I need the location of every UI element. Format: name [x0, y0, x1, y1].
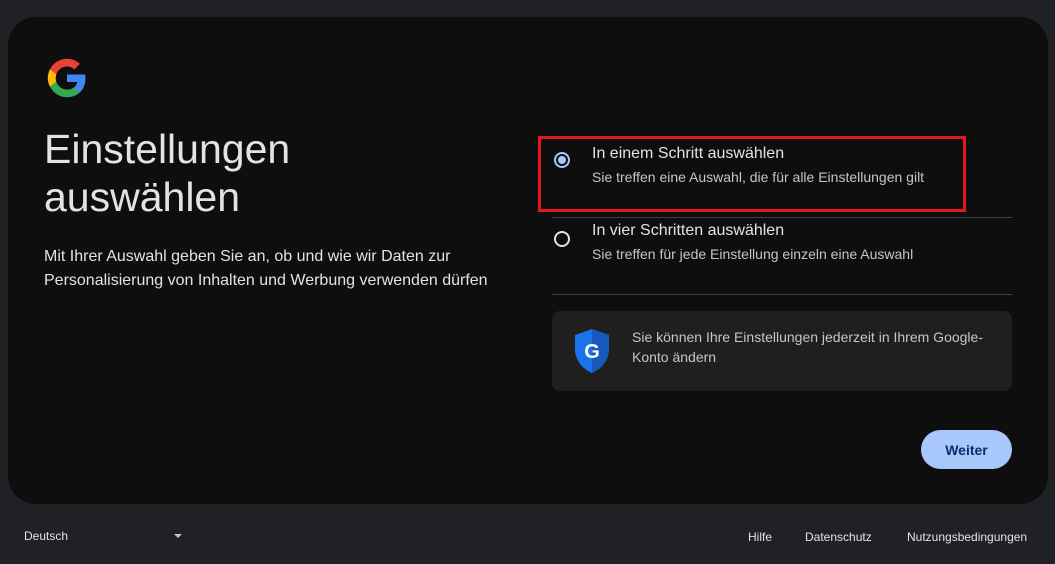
- caret-down-icon: [174, 534, 182, 538]
- option-label: In vier Schritten auswählen: [592, 222, 785, 239]
- divider: [552, 217, 1012, 218]
- google-shield-icon: G: [575, 329, 609, 373]
- title-line-2: auswählen: [44, 174, 241, 220]
- footer-link-terms[interactable]: Nutzungsbedingungen: [907, 530, 1027, 544]
- title-line-1: Einstellungen: [44, 126, 291, 172]
- option-four-steps[interactable]: In vier Schritten auswählen Sie treffen …: [552, 219, 1012, 295]
- info-box: G Sie können Ihre Einstellungen jederzei…: [552, 311, 1012, 391]
- language-select[interactable]: Deutsch: [16, 520, 192, 552]
- highlight-annotation: [538, 136, 966, 212]
- next-button[interactable]: Weiter: [921, 430, 1012, 469]
- footer-link-privacy[interactable]: Datenschutz: [805, 530, 872, 544]
- google-logo-icon: [47, 58, 86, 98]
- radio-button-unselected[interactable]: [554, 231, 570, 247]
- info-text: Sie können Ihre Einstellungen jederzeit …: [632, 329, 983, 365]
- svg-text:G: G: [584, 341, 600, 363]
- language-label: Deutsch: [24, 529, 69, 543]
- footer: Deutsch Hilfe Datenschutz Nutzungsbeding…: [0, 504, 1055, 564]
- divider: [552, 294, 1012, 295]
- option-description: Sie treffen für jede Einstellung einzeln…: [592, 246, 914, 262]
- footer-link-help[interactable]: Hilfe: [748, 530, 772, 544]
- page-title: Einstellungen auswählen: [44, 125, 464, 221]
- consent-card: Einstellungen auswählen Mit Ihrer Auswah…: [8, 17, 1048, 504]
- page-subtitle: Mit Ihrer Auswahl geben Sie an, ob und w…: [44, 248, 488, 289]
